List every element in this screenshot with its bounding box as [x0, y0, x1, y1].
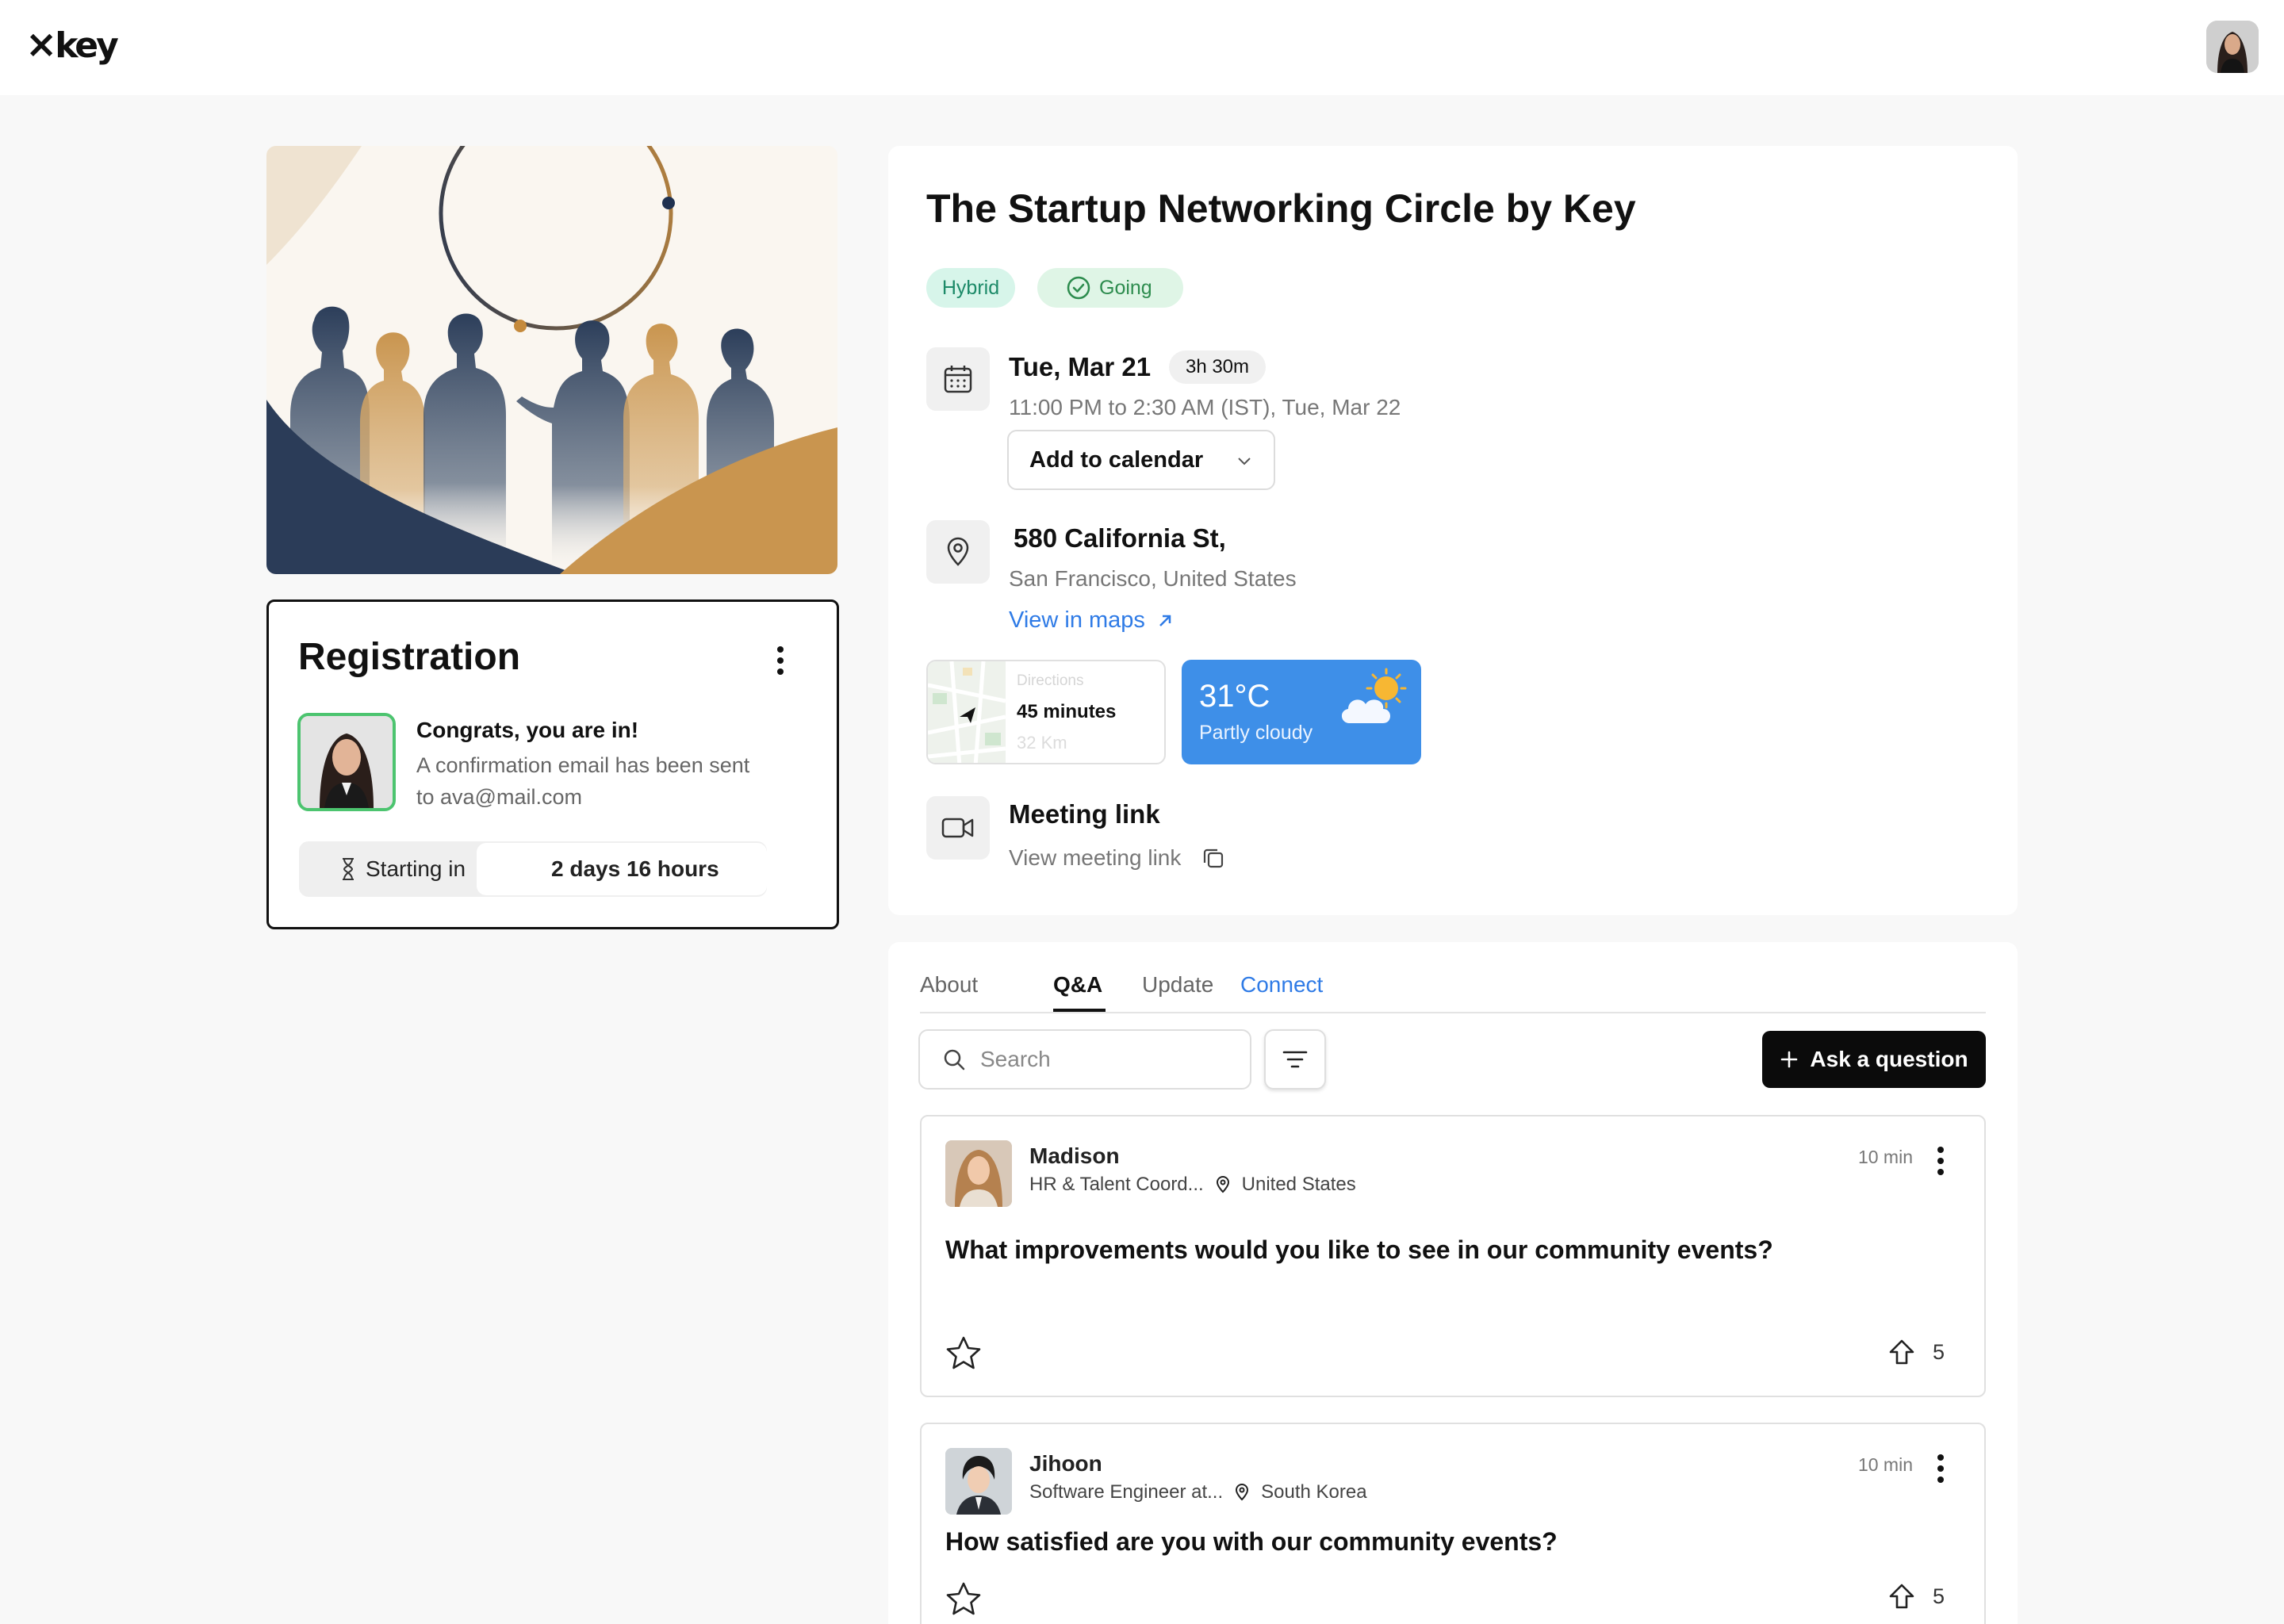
event-city: San Francisco, United States	[1009, 566, 1297, 591]
registration-card: Registration Congrats, you are in! A con…	[266, 599, 839, 929]
attendee-avatar	[297, 713, 396, 811]
question-time: 10 min	[1857, 1147, 1913, 1167]
filter-button[interactable]	[1264, 1029, 1326, 1090]
registration-more-icon[interactable]	[768, 643, 792, 678]
question-card[interactable]: Jihoon Software Engineer at... South Kor…	[920, 1423, 1986, 1624]
registration-title: Registration	[298, 636, 521, 678]
event-title: The Startup Networking Circle by Key	[926, 186, 1636, 231]
star-icon[interactable]	[945, 1581, 982, 1616]
search-input[interactable]: Search	[918, 1029, 1251, 1090]
filter-icon	[1282, 1051, 1308, 1068]
event-date: Tue, Mar 21	[1009, 352, 1152, 381]
author-location: South Korea	[1261, 1481, 1367, 1503]
copy-icon[interactable]	[1201, 846, 1225, 870]
congrats-text: Congrats, you are in!	[416, 718, 639, 742]
check-circle-icon	[1067, 276, 1090, 300]
directions-label: Directions	[1017, 672, 1084, 689]
question-more-icon[interactable]	[1929, 1451, 1953, 1486]
event-address: 580 California St,	[1014, 523, 1226, 553]
question-text: How satisfied are you with our community…	[945, 1527, 1558, 1556]
plus-icon	[1781, 1051, 1798, 1068]
view-meeting-link[interactable]: View meeting link	[1009, 845, 1225, 871]
event-cover-image	[266, 146, 837, 574]
going-label: Going	[1099, 276, 1152, 299]
star-icon[interactable]	[945, 1335, 982, 1370]
top-bar: ×key	[0, 0, 2284, 95]
upvote-button[interactable]: 5	[1888, 1583, 1945, 1610]
chevron-down-icon	[1238, 458, 1251, 465]
search-icon	[944, 1049, 965, 1071]
upvote-button[interactable]: 5	[1888, 1339, 1945, 1365]
question-text: What improvements would you like to see …	[945, 1235, 1773, 1264]
author-name[interactable]: Madison	[1029, 1143, 1120, 1169]
directions-card[interactable]: Directions 45 minutes 32 Km	[926, 660, 1166, 764]
key-logo[interactable]: ×key	[25, 22, 119, 67]
author-role: HR & Talent Coord...	[1029, 1174, 1204, 1195]
directions-time: 45 minutes	[1017, 701, 1117, 722]
meeting-link-title: Meeting link	[1009, 799, 1160, 829]
weather-description: Partly cloudy	[1199, 722, 1313, 744]
directions-distance: 32 Km	[1017, 733, 1067, 753]
location-pin-icon	[1216, 1176, 1229, 1193]
vote-count: 5	[1932, 1339, 1945, 1364]
tab-update[interactable]: Update	[1142, 972, 1213, 998]
event-info-card: The Startup Networking Circle by Key Hyb…	[888, 146, 2018, 915]
calendar-icon	[926, 347, 990, 411]
author-meta: Software Engineer at... South Korea	[1029, 1481, 1367, 1503]
hourglass-icon	[343, 858, 354, 880]
confirmation-message: A confirmation email has been sent to av…	[416, 753, 750, 809]
starting-in-label: Starting in	[366, 856, 466, 881]
author-meta: HR & Talent Coord... United States	[1029, 1174, 1356, 1196]
vote-count: 5	[1932, 1584, 1945, 1608]
location-pin-icon	[926, 520, 990, 584]
user-avatar[interactable]	[2206, 21, 2259, 73]
map-thumbnail	[928, 661, 1006, 763]
location-pin-icon	[1236, 1484, 1249, 1501]
author-name[interactable]: Jihoon	[1029, 1451, 1102, 1477]
countdown-value: 2 days 16 hours	[551, 856, 719, 881]
search-placeholder: Search	[980, 1047, 1051, 1071]
partly-cloudy-icon	[1341, 668, 1407, 723]
author-role: Software Engineer at...	[1029, 1481, 1224, 1503]
upvote-arrow-icon	[1889, 1584, 1914, 1609]
video-camera-icon	[926, 796, 990, 860]
question-time: 10 min	[1857, 1454, 1913, 1475]
event-time-range: 11:00 PM to 2:30 AM (IST), Tue, Mar 22	[1009, 395, 1401, 419]
arrow-up-right-icon	[1159, 615, 1171, 626]
tab-about[interactable]: About	[920, 972, 978, 998]
view-in-maps-link[interactable]: View in maps	[1009, 607, 1174, 634]
question-more-icon[interactable]	[1929, 1143, 1953, 1178]
author-location: United States	[1241, 1174, 1356, 1195]
add-to-calendar-button[interactable]: Add to calendar	[1007, 430, 1275, 490]
duration-badge: 3h 30m	[1169, 350, 1266, 384]
weather-temperature: 31°C	[1199, 679, 1270, 714]
author-avatar	[945, 1140, 1012, 1207]
question-card[interactable]: Madison HR & Talent Coord... United Stat…	[920, 1115, 1986, 1397]
hybrid-badge: Hybrid	[926, 268, 1015, 308]
ask-question-button[interactable]: Ask a question	[1762, 1031, 1986, 1088]
author-avatar	[945, 1448, 1012, 1515]
active-tab-indicator	[1053, 1009, 1106, 1012]
qa-section: About Q&A Update Connect Search Ask a qu…	[888, 942, 2018, 1624]
tab-qa[interactable]: Q&A	[1053, 972, 1102, 998]
tab-connect[interactable]: Connect	[1240, 972, 1323, 998]
countdown-pill: Starting in 2 days 16 hours	[299, 841, 767, 897]
event-tabs: About Q&A Update Connect	[920, 958, 1986, 1013]
weather-card: 31°C Partly cloudy	[1182, 660, 1421, 764]
upvote-arrow-icon	[1889, 1339, 1914, 1365]
going-badge[interactable]: Going	[1037, 268, 1183, 308]
